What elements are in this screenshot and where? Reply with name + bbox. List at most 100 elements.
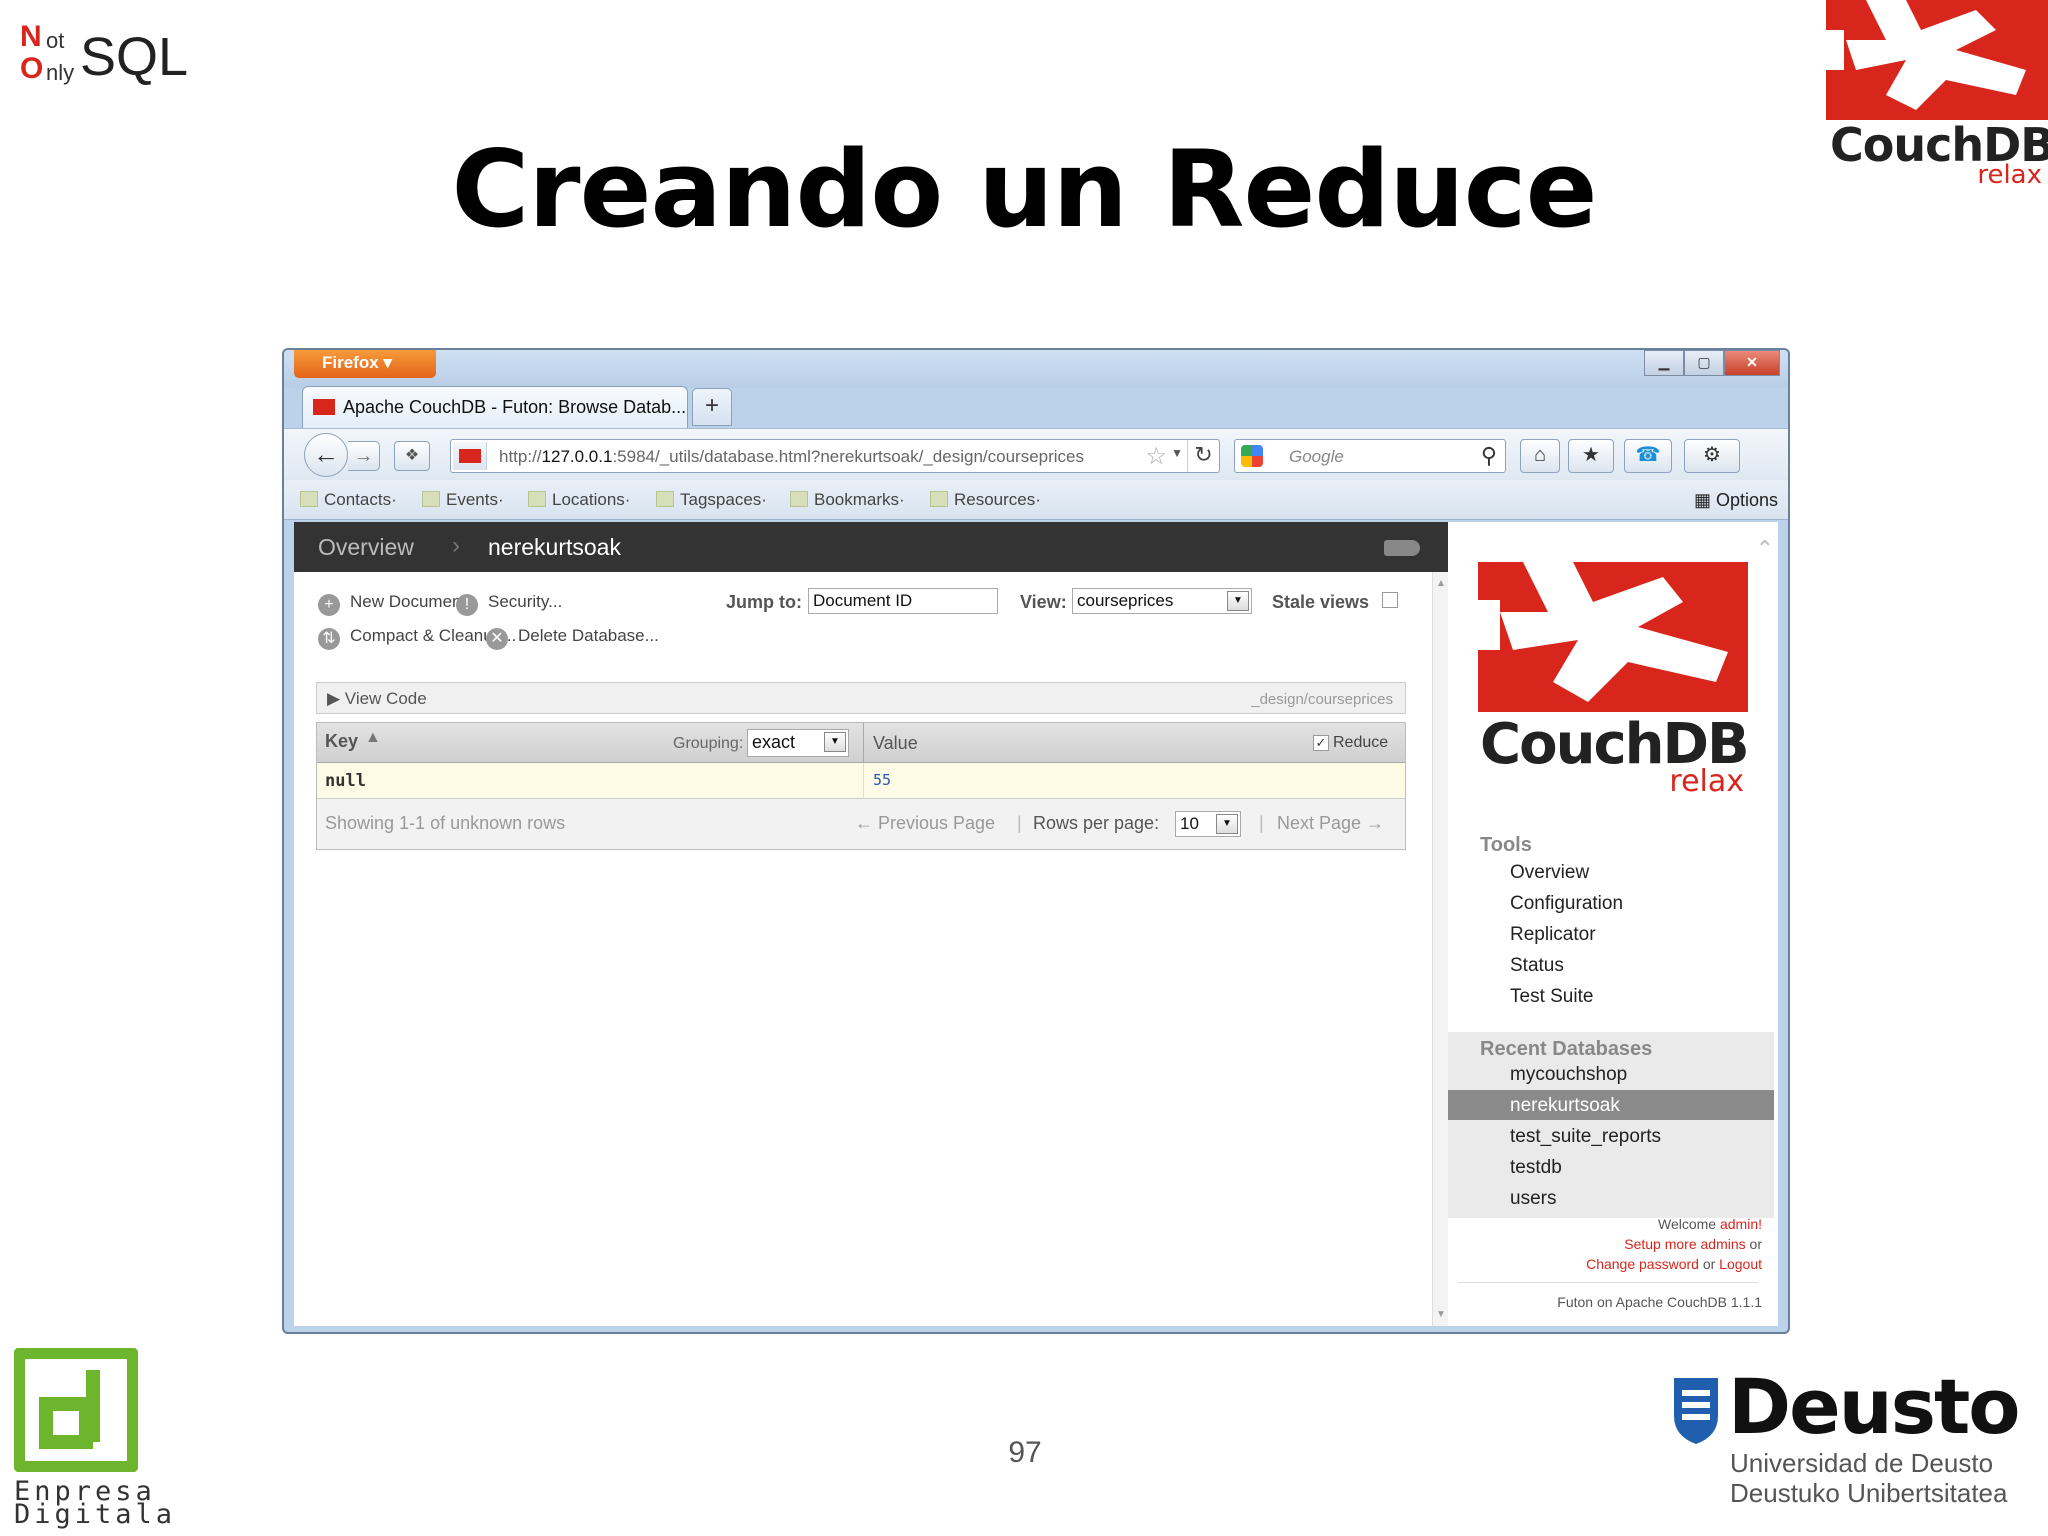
table-row[interactable]: null 55 (317, 763, 1405, 799)
stale-views-label: Stale views (1272, 592, 1370, 612)
sidebar-item-configuration[interactable]: Configuration (1510, 893, 1623, 915)
reload-button[interactable]: ↻ (1187, 440, 1219, 472)
close-button[interactable]: ✕ (1724, 350, 1780, 376)
view-code-toggle[interactable]: ▶ View Code (327, 689, 427, 709)
rows-per-page-value: 10 (1180, 814, 1199, 833)
main-scrollbar[interactable]: ▲ ▼ (1432, 572, 1448, 1326)
setup-admins-link[interactable]: Setup more admins (1624, 1236, 1745, 1252)
bookmark-locations[interactable]: Locations· (528, 490, 630, 510)
rows-per-page-select[interactable]: 10 ▼ (1175, 811, 1241, 837)
bookmark-label: Resources· (954, 490, 1041, 509)
bookmark-bookmarks[interactable]: Bookmarks· (790, 490, 905, 510)
new-tab-button[interactable]: + (692, 388, 732, 426)
recent-db-mycouchshop[interactable]: mycouchshop (1510, 1064, 1627, 1086)
search-icon[interactable]: ⚲ (1481, 443, 1497, 469)
reduce-checkbox[interactable]: ✓ (1313, 735, 1329, 751)
skype-icon: ☎ (1635, 444, 1661, 466)
sidebar-item-overview[interactable]: Overview (1510, 862, 1589, 884)
firefox-menu-button[interactable]: Firefox ▾ (294, 350, 436, 378)
chevron-down-icon[interactable]: ▼ (824, 732, 846, 752)
title-bar: Firefox ▾ ▁ ▢ ✕ (284, 350, 1788, 388)
search-bar[interactable]: Google ⚲ (1234, 439, 1506, 473)
bookmark-events[interactable]: Events· (422, 490, 504, 510)
chevron-down-icon[interactable]: ▼ (1227, 591, 1249, 611)
logout-link[interactable]: Logout (1719, 1256, 1762, 1272)
url-path: :5984/_utils/database.html?nerekurtsoak/… (612, 447, 1084, 466)
url-history-dropdown-icon[interactable]: ▼ (1171, 446, 1183, 460)
delete-icon: ✕ (486, 628, 508, 650)
browser-window: Firefox ▾ ▁ ▢ ✕ Apache CouchDB - Futon: … (282, 348, 1790, 1334)
tag-icon[interactable] (1384, 540, 1420, 556)
nosql-logo-sql: SQL (80, 27, 189, 87)
scroll-down-icon[interactable]: ▼ (1436, 1309, 1446, 1320)
window-controls: ▁ ▢ ✕ (1644, 350, 1780, 376)
futon-version: Futon on Apache CouchDB 1.1.1 (1557, 1294, 1762, 1310)
or-text: or (1749, 1236, 1762, 1252)
recent-db-users[interactable]: users (1510, 1188, 1556, 1210)
skype-button[interactable]: ☎ (1624, 439, 1672, 473)
nosql-logo-o: O (20, 52, 44, 85)
view-select[interactable]: courseprices ▼ (1072, 588, 1252, 614)
bookmarks-toolbar: Contacts· Events· Locations· Tagspaces· … (284, 480, 1788, 520)
grouping-select[interactable]: exact ▼ (747, 729, 849, 757)
breadcrumb-overview[interactable]: Overview (318, 534, 414, 561)
home-button[interactable]: ⌂ (1520, 439, 1560, 473)
previous-page-link[interactable]: ← Previous Page (855, 813, 995, 834)
next-page-link[interactable]: Next Page → (1277, 813, 1384, 834)
recent-db-test-suite-reports[interactable]: test_suite_reports (1510, 1126, 1661, 1148)
maximize-button[interactable]: ▢ (1684, 350, 1724, 376)
deusto-shield-icon (1674, 1378, 1718, 1444)
forward-button[interactable]: → (348, 441, 380, 471)
bookmark-resources[interactable]: Resources· (930, 490, 1041, 510)
design-doc-path: _design/courseprices (1251, 691, 1393, 708)
url-prefix: http:// (499, 447, 542, 466)
breadcrumb-separator-icon: › (452, 532, 460, 559)
deusto-subtitle-es: Universidad de Deusto (1730, 1448, 1994, 1478)
deusto-name: Deusto (1728, 1362, 2021, 1451)
bookmark-tagspaces[interactable]: Tagspaces· (656, 490, 767, 510)
minimize-button[interactable]: ▁ (1644, 350, 1684, 376)
bookmarks-menu-button[interactable]: ★ (1568, 439, 1614, 473)
sidebar-item-test-suite[interactable]: Test Suite (1510, 986, 1593, 1008)
showing-rows-text: Showing 1-1 of unknown rows (325, 813, 566, 833)
scroll-up-icon[interactable]: ▲ (1436, 578, 1446, 589)
plus-icon: + (318, 594, 340, 616)
rows-per-page-label: Rows per page: (1033, 813, 1160, 833)
browser-tab[interactable]: Apache CouchDB - Futon: Browse Datab... (302, 386, 688, 428)
bookmark-contacts[interactable]: Contacts· (300, 490, 397, 510)
new-document-button[interactable]: + New Document (318, 592, 466, 616)
url-text[interactable]: http://127.0.0.1:5984/_utils/database.ht… (499, 447, 1119, 467)
addon-button[interactable]: ❖ (394, 441, 430, 471)
slide-title: Creando un Reduce (451, 128, 1598, 251)
recent-db-nerekurtsoak[interactable]: nerekurtsoak (1510, 1095, 1620, 1117)
security-label: Security... (488, 592, 563, 611)
couchdb-logo-relax: relax (1977, 160, 2042, 190)
shield-icon: ! (456, 594, 478, 616)
jump-to-input[interactable]: Document ID (808, 588, 998, 614)
security-button[interactable]: ! Security... (456, 592, 562, 616)
sidebar-item-replicator[interactable]: Replicator (1510, 924, 1596, 946)
site-identity-button[interactable] (453, 442, 487, 470)
chevron-up-icon[interactable]: ⌃ (1756, 536, 1774, 562)
sort-ascending-icon[interactable]: ▲ (365, 729, 381, 747)
sidebar-item-status[interactable]: Status (1510, 955, 1564, 977)
key-column-header[interactable]: Key (325, 731, 358, 752)
grouping-label: Grouping: (673, 735, 744, 752)
back-arrow-icon: ← (313, 439, 339, 469)
results-table: Key ▲ Grouping: exact ▼ Value ✓ Reduce n… (316, 722, 1406, 850)
recent-db-testdb[interactable]: testdb (1510, 1157, 1562, 1179)
bookmark-star-icon[interactable]: ☆ (1145, 442, 1167, 471)
delete-database-button[interactable]: ✕ Delete Database... (486, 626, 659, 650)
back-button[interactable]: ← (304, 433, 348, 477)
change-password-link[interactable]: Change password (1586, 1256, 1699, 1272)
tools-menu-button[interactable]: ⚙ (1684, 439, 1740, 473)
search-placeholder: Google (1289, 447, 1344, 466)
google-engine-icon[interactable] (1241, 445, 1263, 467)
sidebar-logo-relax: relax (1669, 764, 1744, 799)
options-button[interactable]: ▦ Options (1694, 490, 1778, 511)
view-code-bar[interactable]: ▶ View Code _design/courseprices (316, 682, 1406, 714)
navigation-toolbar: ← → ❖ http://127.0.0.1:5984/_utils/datab… (284, 428, 1788, 480)
chevron-down-icon[interactable]: ▼ (1216, 814, 1238, 834)
stale-views-checkbox[interactable] (1382, 592, 1398, 608)
url-bar[interactable]: http://127.0.0.1:5984/_utils/database.ht… (450, 439, 1220, 473)
